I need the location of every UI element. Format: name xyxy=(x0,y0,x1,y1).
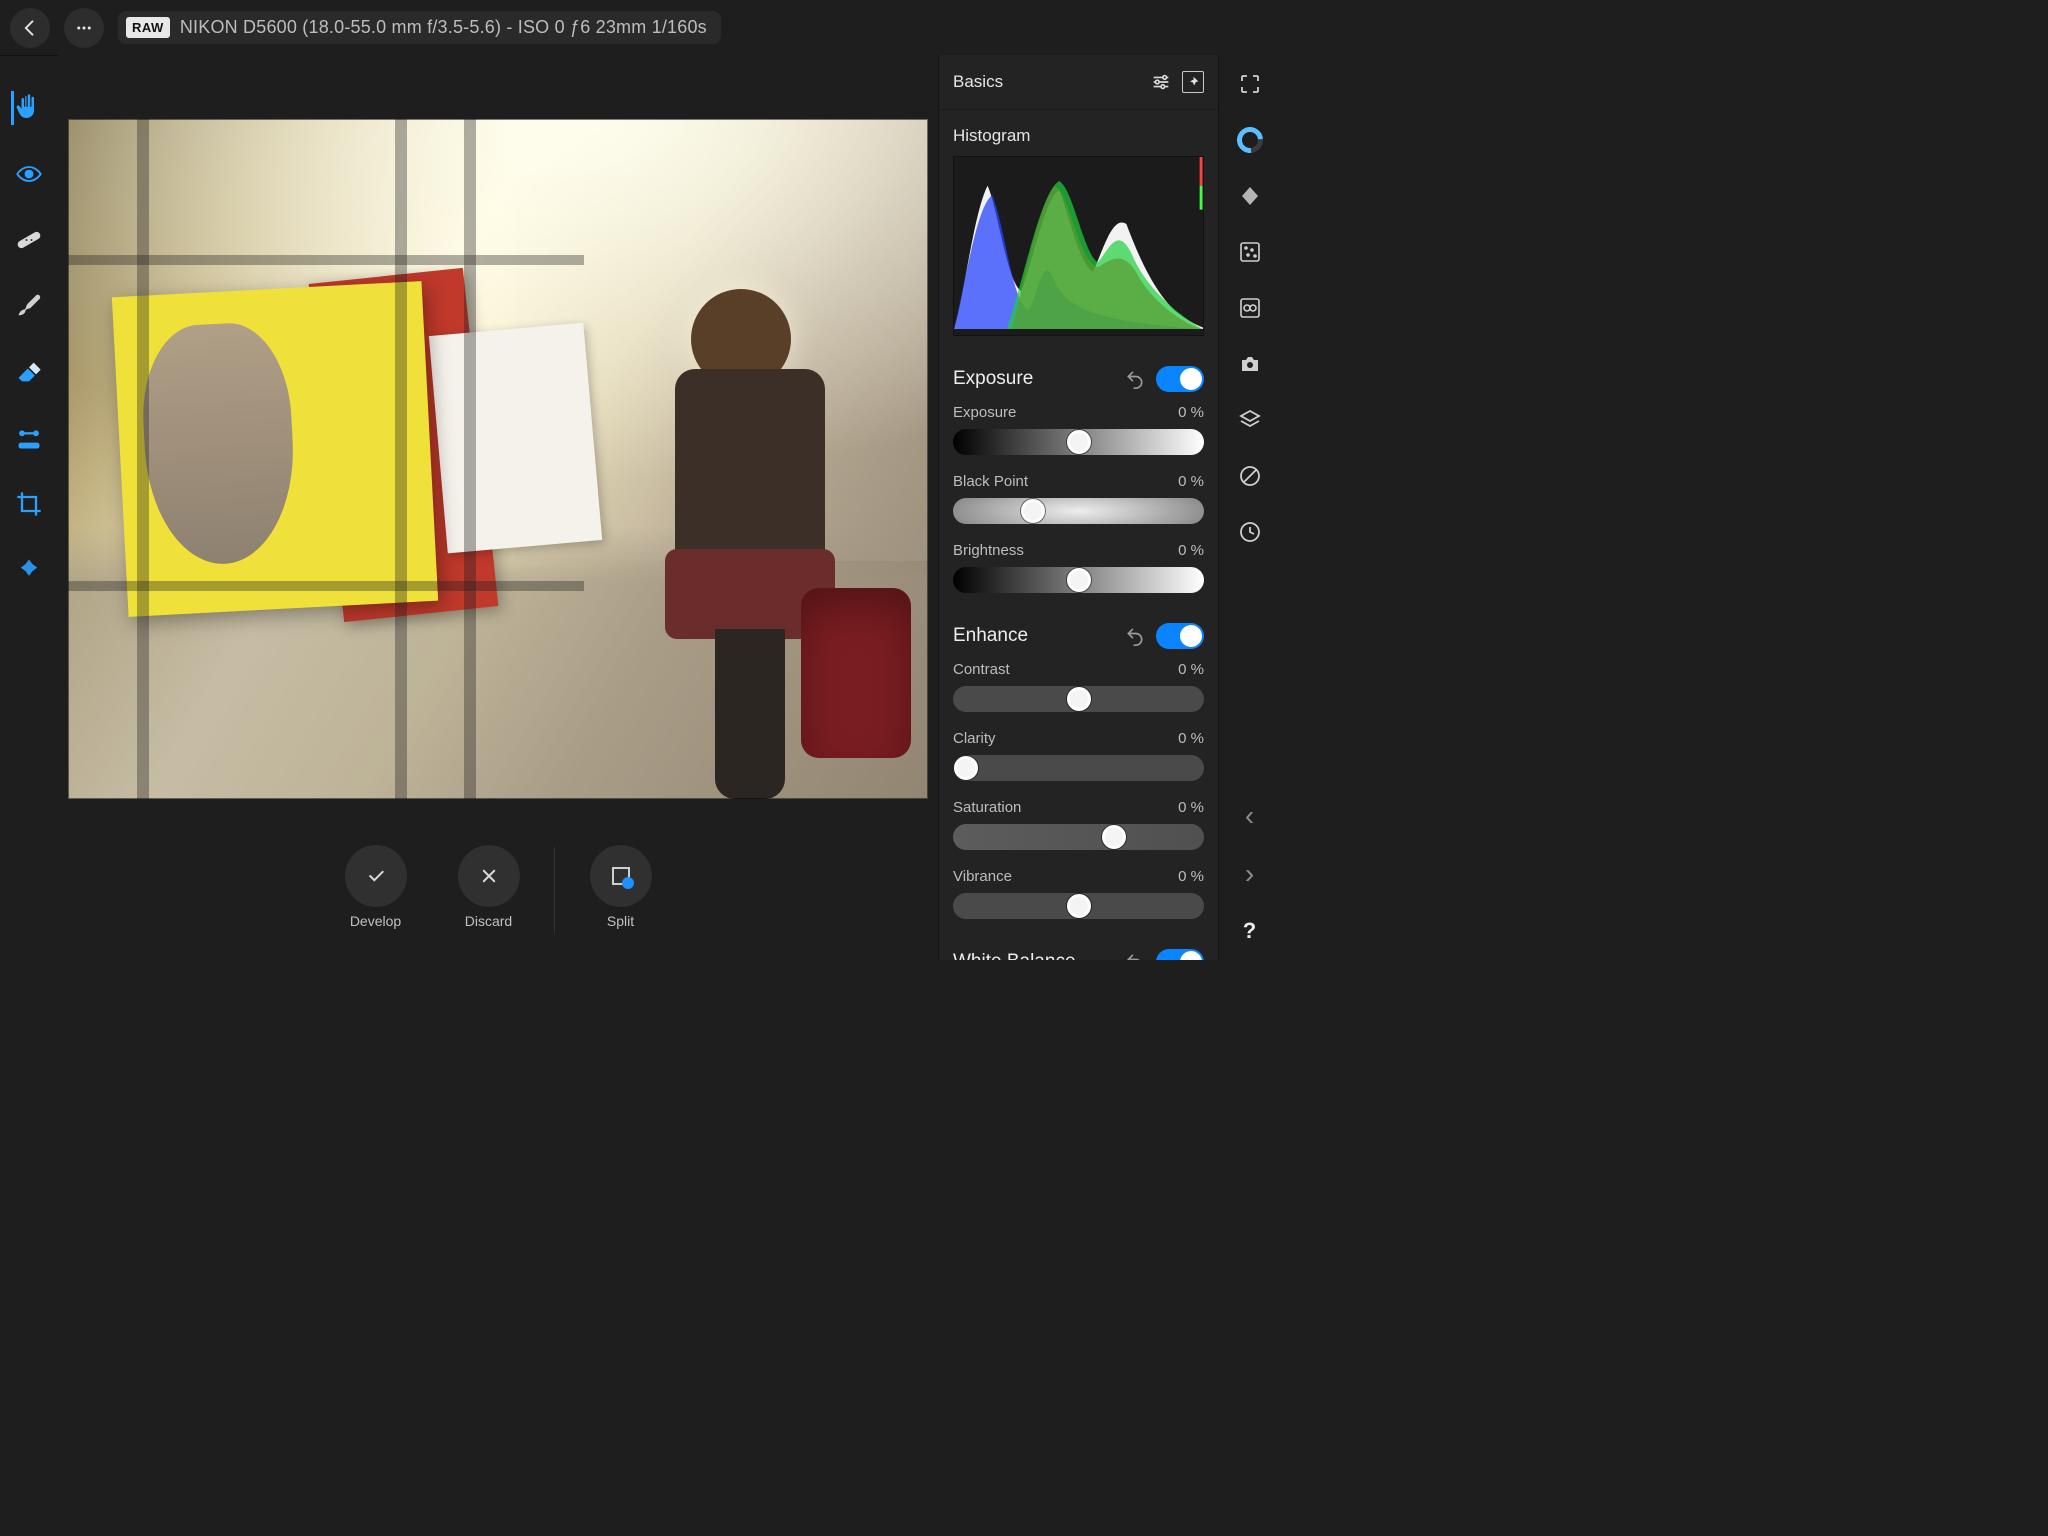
inspector-panel: Basics Histogram Exposure xyxy=(938,55,1218,960)
split-label: Split xyxy=(607,913,634,929)
fit-icon[interactable] xyxy=(1237,71,1263,97)
next-icon[interactable]: › xyxy=(1245,860,1254,888)
sliders-icon[interactable] xyxy=(1150,71,1172,93)
overlay-tool[interactable] xyxy=(11,552,47,588)
param-value: 0 % xyxy=(1178,730,1204,747)
slider-exposure[interactable] xyxy=(953,429,1204,455)
right-sidebar: ‹ › ? xyxy=(1218,55,1280,960)
noise-icon[interactable] xyxy=(1237,239,1263,265)
param-brightness: Brightness 0 % xyxy=(953,542,1204,593)
hand-tool[interactable] xyxy=(11,90,47,126)
donut-icon[interactable] xyxy=(1237,127,1263,153)
param-exposure: Exposure 0 % xyxy=(953,404,1204,455)
discard-label: Discard xyxy=(465,913,512,929)
param-label: Vibrance xyxy=(953,868,1012,885)
pin-icon[interactable] xyxy=(1182,71,1204,93)
param-label: Contrast xyxy=(953,661,1010,678)
redeye-tool[interactable] xyxy=(11,156,47,192)
history-icon[interactable] xyxy=(1237,519,1263,545)
back-button[interactable] xyxy=(10,8,50,48)
group-name: Exposure xyxy=(953,368,1114,390)
slider-blackpoint[interactable] xyxy=(953,498,1204,524)
canvas-stage[interactable] xyxy=(58,55,938,840)
slider-contrast[interactable] xyxy=(953,686,1204,712)
group-toggle[interactable] xyxy=(1156,623,1204,649)
image-preview[interactable] xyxy=(68,119,928,799)
param-value: 0 % xyxy=(1178,473,1204,490)
param-label: Black Point xyxy=(953,473,1028,490)
param-contrast: Contrast 0 % xyxy=(953,661,1204,712)
param-clarity: Clarity 0 % xyxy=(953,730,1204,781)
param-vibrance: Vibrance 0 % xyxy=(953,868,1204,919)
param-value: 0 % xyxy=(1178,661,1204,678)
param-label: Saturation xyxy=(953,799,1021,816)
discard-button[interactable]: Discard xyxy=(441,845,536,929)
bottom-actions: Develop Discard Split xyxy=(58,840,938,960)
raw-badge: RAW xyxy=(126,17,170,38)
slider-clarity[interactable] xyxy=(953,755,1204,781)
slider-vibrance[interactable] xyxy=(953,893,1204,919)
group-enhance: Enhance xyxy=(953,623,1204,649)
channels-icon[interactable] xyxy=(1237,295,1263,321)
group-name: White Balance xyxy=(953,951,1114,960)
prev-icon[interactable]: ‹ xyxy=(1245,802,1254,830)
histogram-label: Histogram xyxy=(953,126,1204,146)
param-value: 0 % xyxy=(1178,542,1204,559)
param-label: Brightness xyxy=(953,542,1024,559)
left-toolbar xyxy=(0,55,58,960)
group-name: Enhance xyxy=(953,625,1114,647)
group-whitebalance: White Balance xyxy=(953,949,1204,960)
transform-icon[interactable] xyxy=(1237,183,1263,209)
histogram[interactable] xyxy=(953,156,1204,336)
develop-button[interactable]: Develop xyxy=(328,845,423,929)
image-meta-text: NIKON D5600 (18.0-55.0 mm f/3.5-5.6) - I… xyxy=(180,17,707,38)
image-meta-chip: RAW NIKON D5600 (18.0-55.0 mm f/3.5-5.6)… xyxy=(118,11,721,44)
param-label: Clarity xyxy=(953,730,996,747)
gradient-tool[interactable] xyxy=(11,420,47,456)
param-value: 0 % xyxy=(1178,404,1204,421)
scope-icon[interactable] xyxy=(1237,463,1263,489)
slider-saturation[interactable] xyxy=(953,824,1204,850)
param-value: 0 % xyxy=(1178,799,1204,816)
inspector-title: Basics xyxy=(953,72,1140,92)
group-toggle[interactable] xyxy=(1156,949,1204,960)
split-button[interactable]: Split xyxy=(573,845,668,929)
help-icon[interactable]: ? xyxy=(1237,918,1263,944)
more-button[interactable] xyxy=(64,8,104,48)
layers-icon[interactable] xyxy=(1237,407,1263,433)
eraser-tool[interactable] xyxy=(11,354,47,390)
undo-icon[interactable] xyxy=(1124,625,1146,647)
develop-label: Develop xyxy=(350,913,401,929)
param-label: Exposure xyxy=(953,404,1016,421)
param-blackpoint: Black Point 0 % xyxy=(953,473,1204,524)
param-saturation: Saturation 0 % xyxy=(953,799,1204,850)
header-bar: RAW NIKON D5600 (18.0-55.0 mm f/3.5-5.6)… xyxy=(0,0,1280,55)
camera-icon[interactable] xyxy=(1237,351,1263,377)
param-value: 0 % xyxy=(1178,868,1204,885)
group-toggle[interactable] xyxy=(1156,366,1204,392)
bandage-tool[interactable] xyxy=(11,222,47,258)
brush-tool[interactable] xyxy=(11,288,47,324)
undo-icon[interactable] xyxy=(1124,368,1146,390)
crop-tool[interactable] xyxy=(11,486,47,522)
action-divider xyxy=(554,847,555,933)
slider-brightness[interactable] xyxy=(953,567,1204,593)
undo-icon[interactable] xyxy=(1124,951,1146,960)
group-exposure: Exposure xyxy=(953,366,1204,392)
